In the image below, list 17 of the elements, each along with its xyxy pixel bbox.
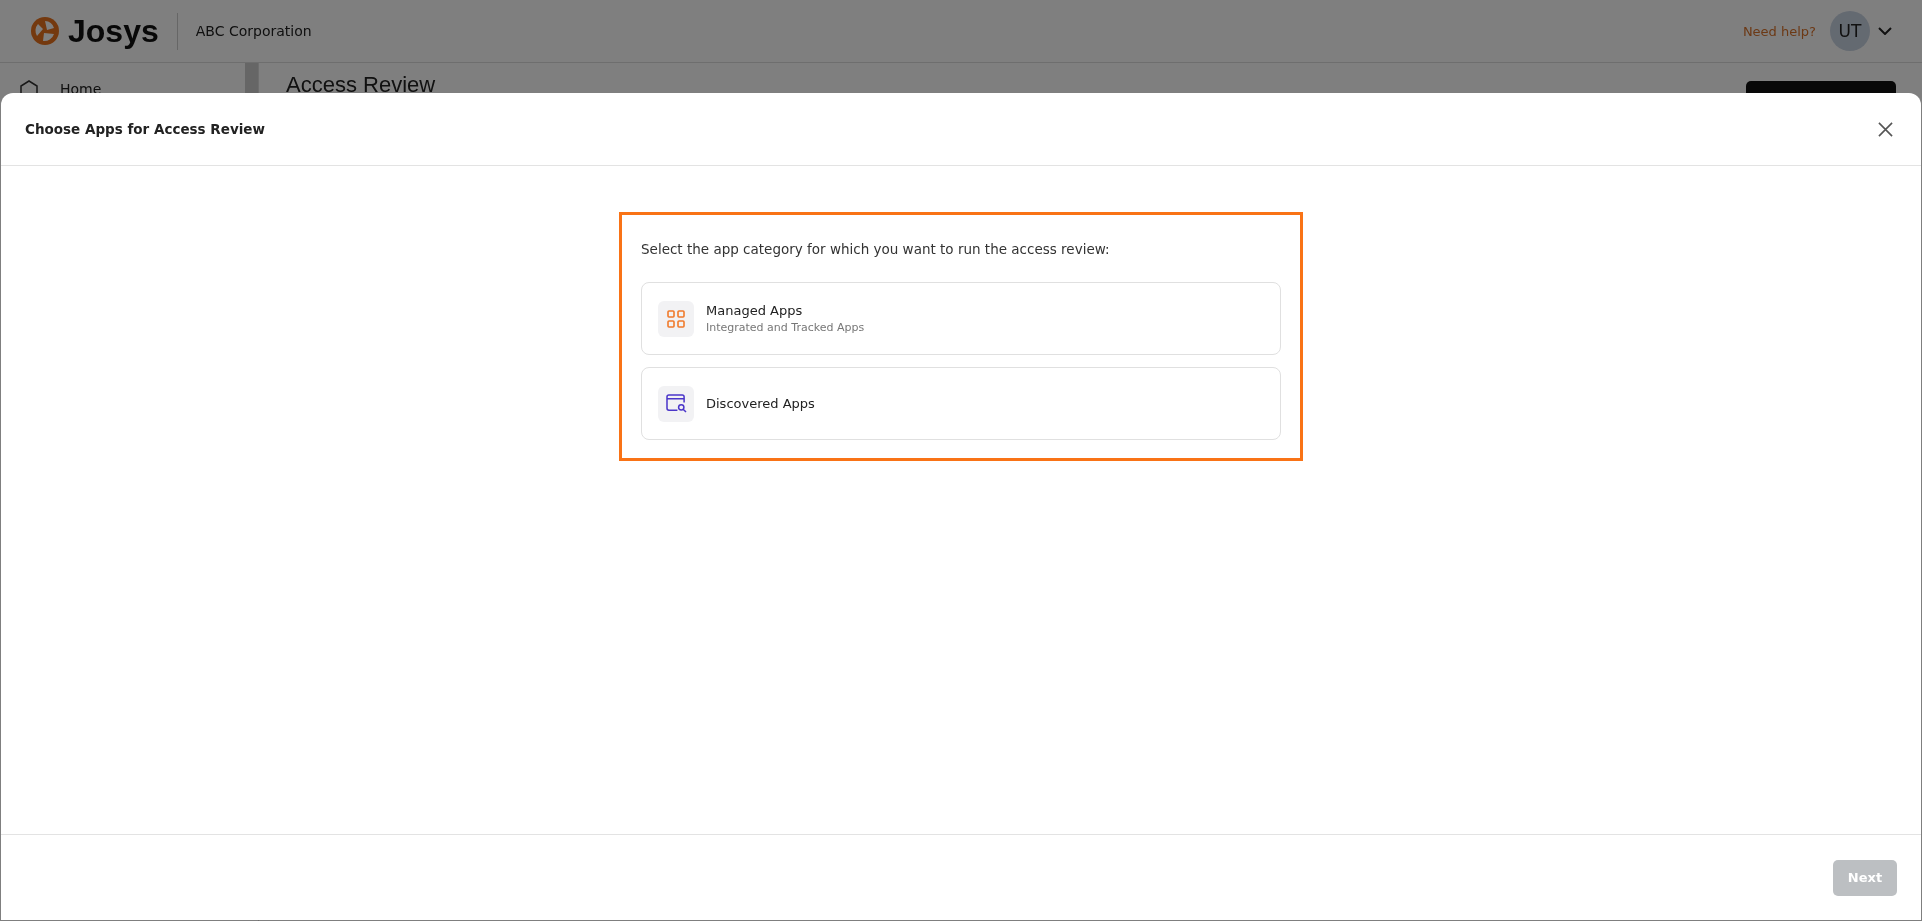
grid-icon	[666, 308, 686, 329]
option-card[interactable]: Managed Apps Integrated and Tracked Apps	[641, 282, 1281, 355]
close-icon[interactable]	[1878, 121, 1893, 137]
logo-text: Josys	[68, 12, 178, 50]
chevron-down-icon[interactable]	[1878, 27, 1892, 35]
page-title: Access Review	[286, 72, 436, 98]
prompt-text: Select the app category for which you want to run the access review:	[641, 241, 1111, 257]
modal-title: Choose Apps for Access Review	[25, 121, 265, 137]
browser-search-icon	[665, 394, 687, 413]
option-card[interactable]: Discovered Apps	[641, 367, 1281, 440]
option-title: Managed Apps	[706, 303, 804, 318]
help-link[interactable]: Need help?	[1742, 23, 1816, 39]
option-subtitle: Integrated and Tracked Apps	[706, 321, 865, 334]
avatar[interactable]: UT	[1830, 11, 1870, 51]
logo-icon	[30, 16, 60, 46]
option-title: Discovered Apps	[706, 396, 815, 411]
organization-name: ABC Corporation	[195, 23, 312, 39]
